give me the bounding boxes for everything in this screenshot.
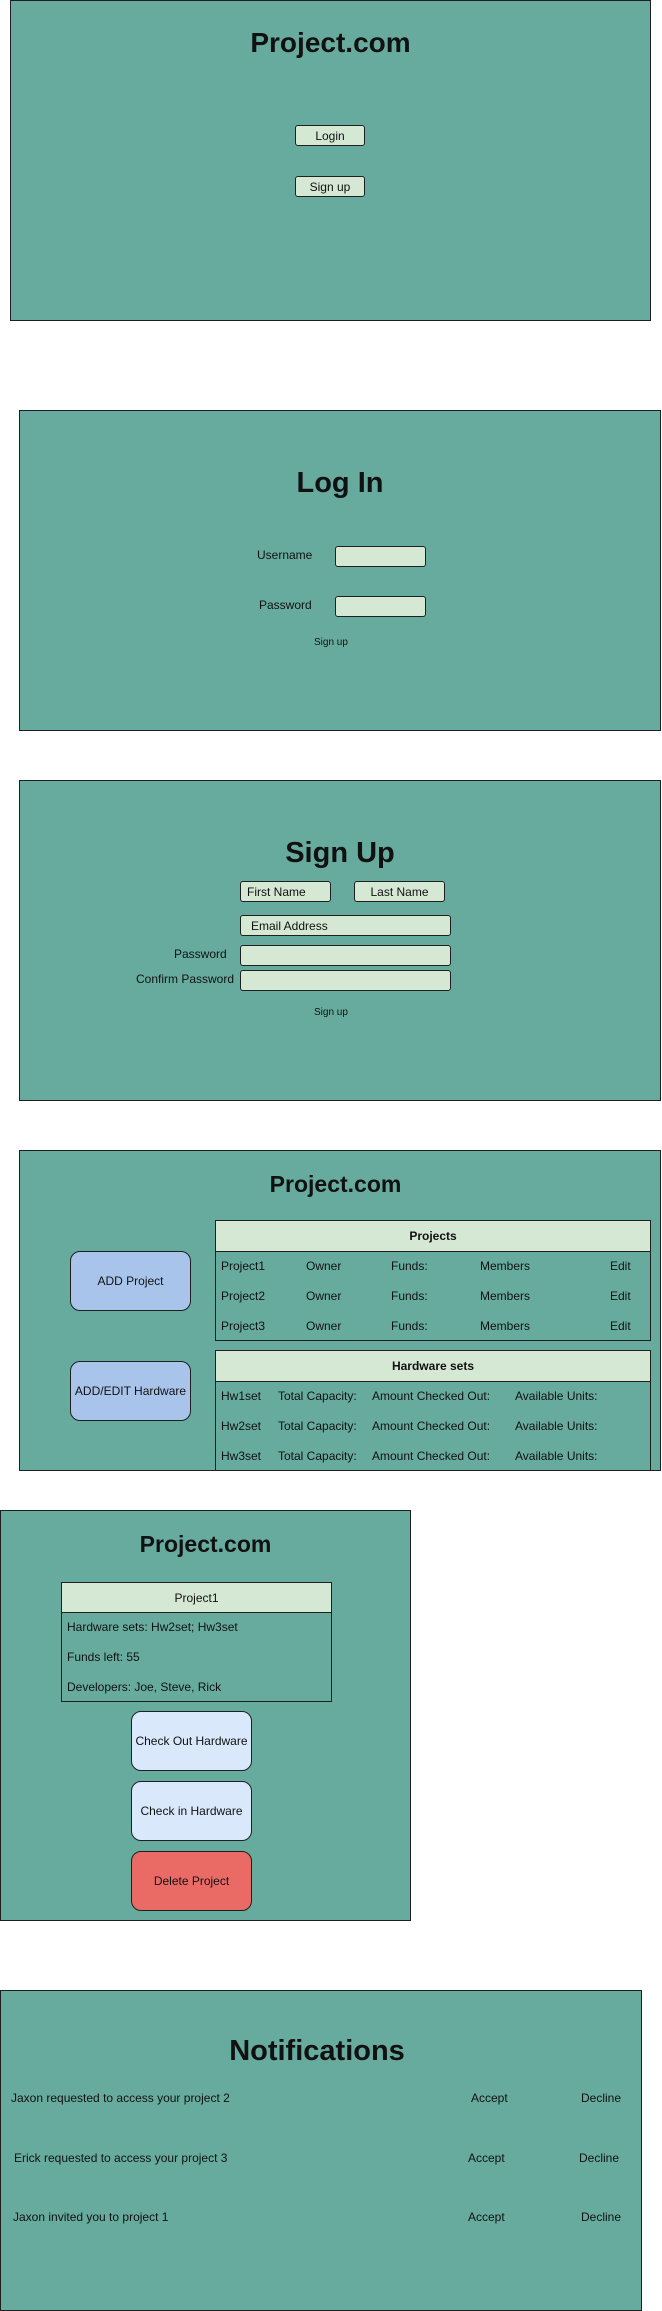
project-info-line: Hardware sets: Hw2set; Hw3set [62, 1613, 331, 1643]
project-card: Project1 Hardware sets: Hw2set; Hw3set Fu… [61, 1582, 332, 1702]
decline-button[interactable]: Decline [581, 2091, 621, 2105]
login-title: Log In [296, 467, 384, 499]
check-in-hardware-button[interactable]: Check in Hardware [131, 1781, 252, 1841]
hardware-name: Hw2set [221, 1419, 262, 1433]
decline-button[interactable]: Decline [579, 2151, 619, 2165]
projects-card: Projects Project1 Owner Funds: Members Edit P… [215, 1220, 651, 1341]
project-name: Project3 [221, 1319, 266, 1333]
notification-item: Jaxon requested to access your project 2… [1, 2091, 641, 2111]
landing-title: Project.com [250, 27, 411, 58]
hardware-checked-out: Amount Checked Out: [372, 1449, 491, 1463]
notifications-panel: Notifications Jaxon requested to access … [0, 1990, 642, 2311]
project-row[interactable]: Project2 Owner Funds: Members Edit [216, 1282, 650, 1312]
signup-link[interactable]: Sign up [314, 637, 348, 648]
project-card-header: Project1 [62, 1583, 331, 1613]
project-owner: Owner [306, 1289, 342, 1303]
hardware-capacity: Total Capacity: [278, 1449, 357, 1463]
add-edit-hardware-button[interactable]: ADD/EDIT Hardware [70, 1361, 191, 1421]
project-members: Members [480, 1259, 531, 1273]
email-field[interactable]: Email Address [240, 915, 451, 936]
project-info-text: Hardware sets: Hw2set; Hw3set [67, 1620, 238, 1634]
add-project-button[interactable]: ADD Project [70, 1251, 191, 1311]
hardware-row[interactable]: Hw2set Total Capacity: Amount Checked Out:… [216, 1412, 650, 1442]
project-owner: Owner [306, 1259, 342, 1273]
signup-submit-link[interactable]: Sign up [314, 1007, 348, 1018]
project-owner: Owner [306, 1319, 342, 1333]
projects-list: Project1 Owner Funds: Members Edit Project2 Ow… [216, 1252, 650, 1342]
decline-button[interactable]: Decline [581, 2210, 621, 2224]
hardware-available: Available Units: [515, 1449, 598, 1463]
project-funds: Funds: [391, 1289, 428, 1303]
notifications-title: Notifications [229, 2035, 405, 2067]
notification-item: Erick requested to access your project 3… [1, 2151, 641, 2171]
project-info-line: Developers: Joe, Steve, Rick [62, 1673, 331, 1703]
hardware-checked-out: Amount Checked Out: [372, 1389, 491, 1403]
notification-text: Jaxon requested to access your project 2 [11, 2091, 230, 2105]
accept-button[interactable]: Accept [468, 2151, 505, 2165]
landing-panel: Project.com Login Sign up [10, 0, 651, 321]
hardware-row[interactable]: Hw3set Total Capacity: Amount Checked Out:… [216, 1442, 650, 1472]
dashboard-panel: Project.com ADD Project ADD/EDIT Hardwar… [19, 1150, 661, 1471]
hardware-header: Hardware sets [216, 1351, 650, 1382]
project-edit-link[interactable]: Edit [610, 1289, 631, 1303]
password-label: Password [259, 598, 312, 612]
hardware-capacity: Total Capacity: [278, 1389, 357, 1403]
hardware-checked-out: Amount Checked Out: [372, 1419, 491, 1433]
project-info-text: Funds left: 55 [67, 1650, 140, 1664]
hardware-list: Hw1set Total Capacity: Amount Checked Out:… [216, 1382, 650, 1472]
confirm-password-label: Confirm Password [136, 972, 235, 986]
dashboard-title: Project.com [269, 1171, 402, 1197]
notification-text: Erick requested to access your project 3 [14, 2151, 228, 2165]
accept-button[interactable]: Accept [471, 2091, 508, 2105]
project-detail-panel: Project.com Project1 Hardware sets: Hw2s… [0, 1510, 411, 1921]
login-button[interactable]: Login [295, 125, 365, 146]
hardware-row[interactable]: Hw1set Total Capacity: Amount Checked Out:… [216, 1382, 650, 1412]
signup-password-label: Password [174, 947, 227, 961]
delete-project-button[interactable]: Delete Project [131, 1851, 252, 1911]
check-out-hardware-button[interactable]: Check Out Hardware [131, 1711, 252, 1771]
first-name-field[interactable]: First Name [240, 881, 331, 902]
projects-header: Projects [216, 1221, 650, 1252]
hardware-name: Hw1set [221, 1389, 262, 1403]
project-info-list: Hardware sets: Hw2set; Hw3set Funds left:… [62, 1613, 331, 1703]
confirm-password-input[interactable] [240, 970, 451, 991]
signup-panel: Sign Up First Name Last Name Email Addre… [19, 780, 661, 1101]
project-name: Project2 [221, 1289, 266, 1303]
project-edit-link[interactable]: Edit [610, 1259, 631, 1273]
hardware-available: Available Units: [515, 1419, 598, 1433]
hardware-available: Available Units: [515, 1389, 598, 1403]
project-members: Members [480, 1319, 531, 1333]
project-name: Project1 [221, 1259, 266, 1273]
password-input[interactable] [335, 596, 426, 617]
signup-title: Sign Up [285, 837, 395, 869]
project-info-text: Developers: Joe, Steve, Rick [67, 1680, 222, 1694]
project-row[interactable]: Project3 Owner Funds: Members Edit [216, 1312, 650, 1342]
username-input[interactable] [335, 546, 426, 567]
notification-text: Jaxon invited you to project 1 [13, 2210, 169, 2224]
username-label: Username [257, 548, 313, 562]
project-detail-title: Project.com [139, 1531, 272, 1557]
project-members: Members [480, 1289, 531, 1303]
accept-button[interactable]: Accept [468, 2210, 505, 2224]
project-funds: Funds: [391, 1259, 428, 1273]
project-funds: Funds: [391, 1319, 428, 1333]
notification-item: Jaxon invited you to project 1 Accept Decl… [1, 2210, 641, 2230]
signup-password-input[interactable] [240, 945, 451, 966]
login-panel: Log In Username Password Sign up [19, 410, 661, 731]
project-info-line: Funds left: 55 [62, 1643, 331, 1673]
project-row[interactable]: Project1 Owner Funds: Members Edit [216, 1252, 650, 1282]
signup-button[interactable]: Sign up [295, 176, 365, 197]
last-name-field[interactable]: Last Name [354, 881, 445, 902]
hardware-capacity: Total Capacity: [278, 1419, 357, 1433]
project-edit-link[interactable]: Edit [610, 1319, 631, 1333]
hardware-card: Hardware sets Hw1set Total Capacity: Amoun… [215, 1350, 651, 1471]
hardware-name: Hw3set [221, 1449, 262, 1463]
